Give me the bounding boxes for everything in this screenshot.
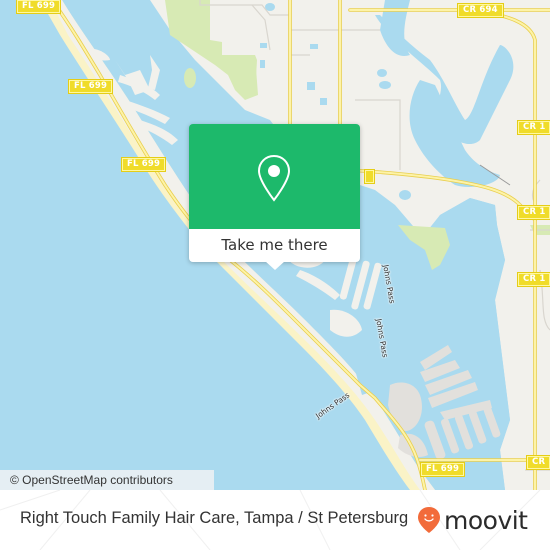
footer: Right Touch Family Hair Care, Tampa / St…	[0, 490, 550, 550]
popup-header	[189, 124, 360, 229]
road-shield-fl699: FL 699	[120, 157, 167, 172]
road-shield-cr: CR	[525, 455, 550, 470]
popup-pointer	[265, 261, 285, 270]
location-pin-icon	[257, 154, 291, 202]
take-me-there-button[interactable]: Take me there	[189, 229, 360, 262]
road-shield-cr1: CR 1	[516, 272, 550, 287]
location-popup[interactable]: Take me there	[189, 124, 360, 270]
road-shield-cr1: CR 1	[516, 120, 550, 135]
road-shield-partial	[363, 169, 376, 184]
map-canvas[interactable]: FL 699 FL 699 FL 699 FL 699 CR 694 CR 1 …	[0, 0, 550, 490]
moovit-logo[interactable]: moovit	[417, 500, 528, 540]
place-title: Right Touch Family Hair Care, Tampa / St…	[20, 509, 409, 527]
road-shield-fl699: FL 699	[67, 79, 114, 94]
moovit-wordmark: moovit	[444, 505, 528, 535]
moovit-smiley-pin-icon	[418, 507, 440, 533]
map-attribution[interactable]: © OpenStreetMap contributors	[0, 470, 214, 490]
road-shield-cr1: CR 1	[516, 205, 550, 220]
road-shield-fl699: FL 699	[15, 0, 62, 14]
road-shield-cr694: CR 694	[457, 3, 504, 18]
road-shield-fl699: FL 699	[419, 462, 466, 477]
